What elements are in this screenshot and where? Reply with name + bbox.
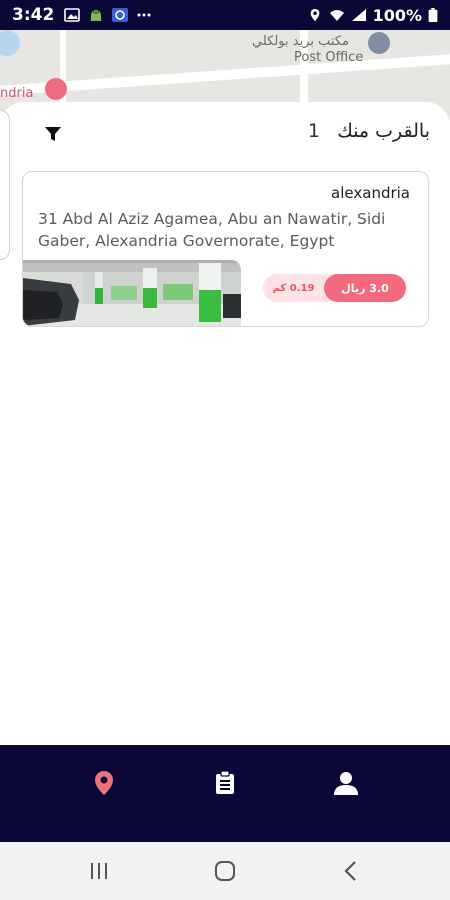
nav-map[interactable] <box>86 765 122 801</box>
bottom-navigation <box>0 745 450 842</box>
signal-icon <box>351 9 366 21</box>
battery-icon <box>428 8 438 22</box>
post-office-icon <box>368 32 390 54</box>
image-icon <box>64 8 81 22</box>
filter-button[interactable] <box>42 123 64 145</box>
recent-apps-button[interactable] <box>84 856 114 886</box>
parking-card[interactable]: alexandria 31 Abd Al Aziz Agamea, Abu an… <box>22 171 429 327</box>
battery-level: 100% <box>372 5 422 25</box>
nav-profile[interactable] <box>328 765 364 801</box>
app-icon <box>112 8 129 22</box>
parking-photo <box>23 260 241 326</box>
parking-name: alexandria <box>331 184 410 202</box>
map-pin-icon <box>95 771 113 795</box>
recent-apps-icon <box>91 863 107 879</box>
more-icon <box>137 13 151 17</box>
nearby-count: 1 <box>307 120 320 142</box>
distance-value: 0.19 كم <box>272 282 315 294</box>
map-poi-icon <box>45 78 67 100</box>
clipboard-icon <box>216 771 234 794</box>
sheet-header: 1 بالقرب منك <box>30 118 430 148</box>
map-label: Post Office <box>294 50 364 65</box>
parking-address: 31 Abd Al Aziz Agamea, Abu an Nawatir, S… <box>38 210 386 250</box>
home-icon <box>215 861 235 881</box>
android-icon <box>91 10 102 21</box>
location-icon <box>310 8 319 22</box>
status-time: 3:42 <box>12 5 55 25</box>
map-label: ndria <box>0 86 34 101</box>
home-button[interactable] <box>210 856 240 886</box>
filter-icon <box>45 127 61 141</box>
adjacent-card[interactable] <box>0 110 10 260</box>
price-badge: 3.0 ريال <box>324 274 406 302</box>
nav-bookings[interactable] <box>207 765 243 801</box>
parking-image <box>23 260 241 326</box>
back-button[interactable] <box>336 856 366 886</box>
map-label: مكتب بريد بولكلي <box>252 34 349 49</box>
status-bar: 3:42 100% <box>0 0 450 30</box>
wifi-icon <box>329 10 344 21</box>
nearby-title: بالقرب منك <box>337 120 430 142</box>
back-icon <box>344 861 356 881</box>
map-road <box>0 53 450 97</box>
system-navigation-bar <box>0 842 450 900</box>
map-poi-icon <box>0 30 20 56</box>
user-icon <box>334 772 358 795</box>
